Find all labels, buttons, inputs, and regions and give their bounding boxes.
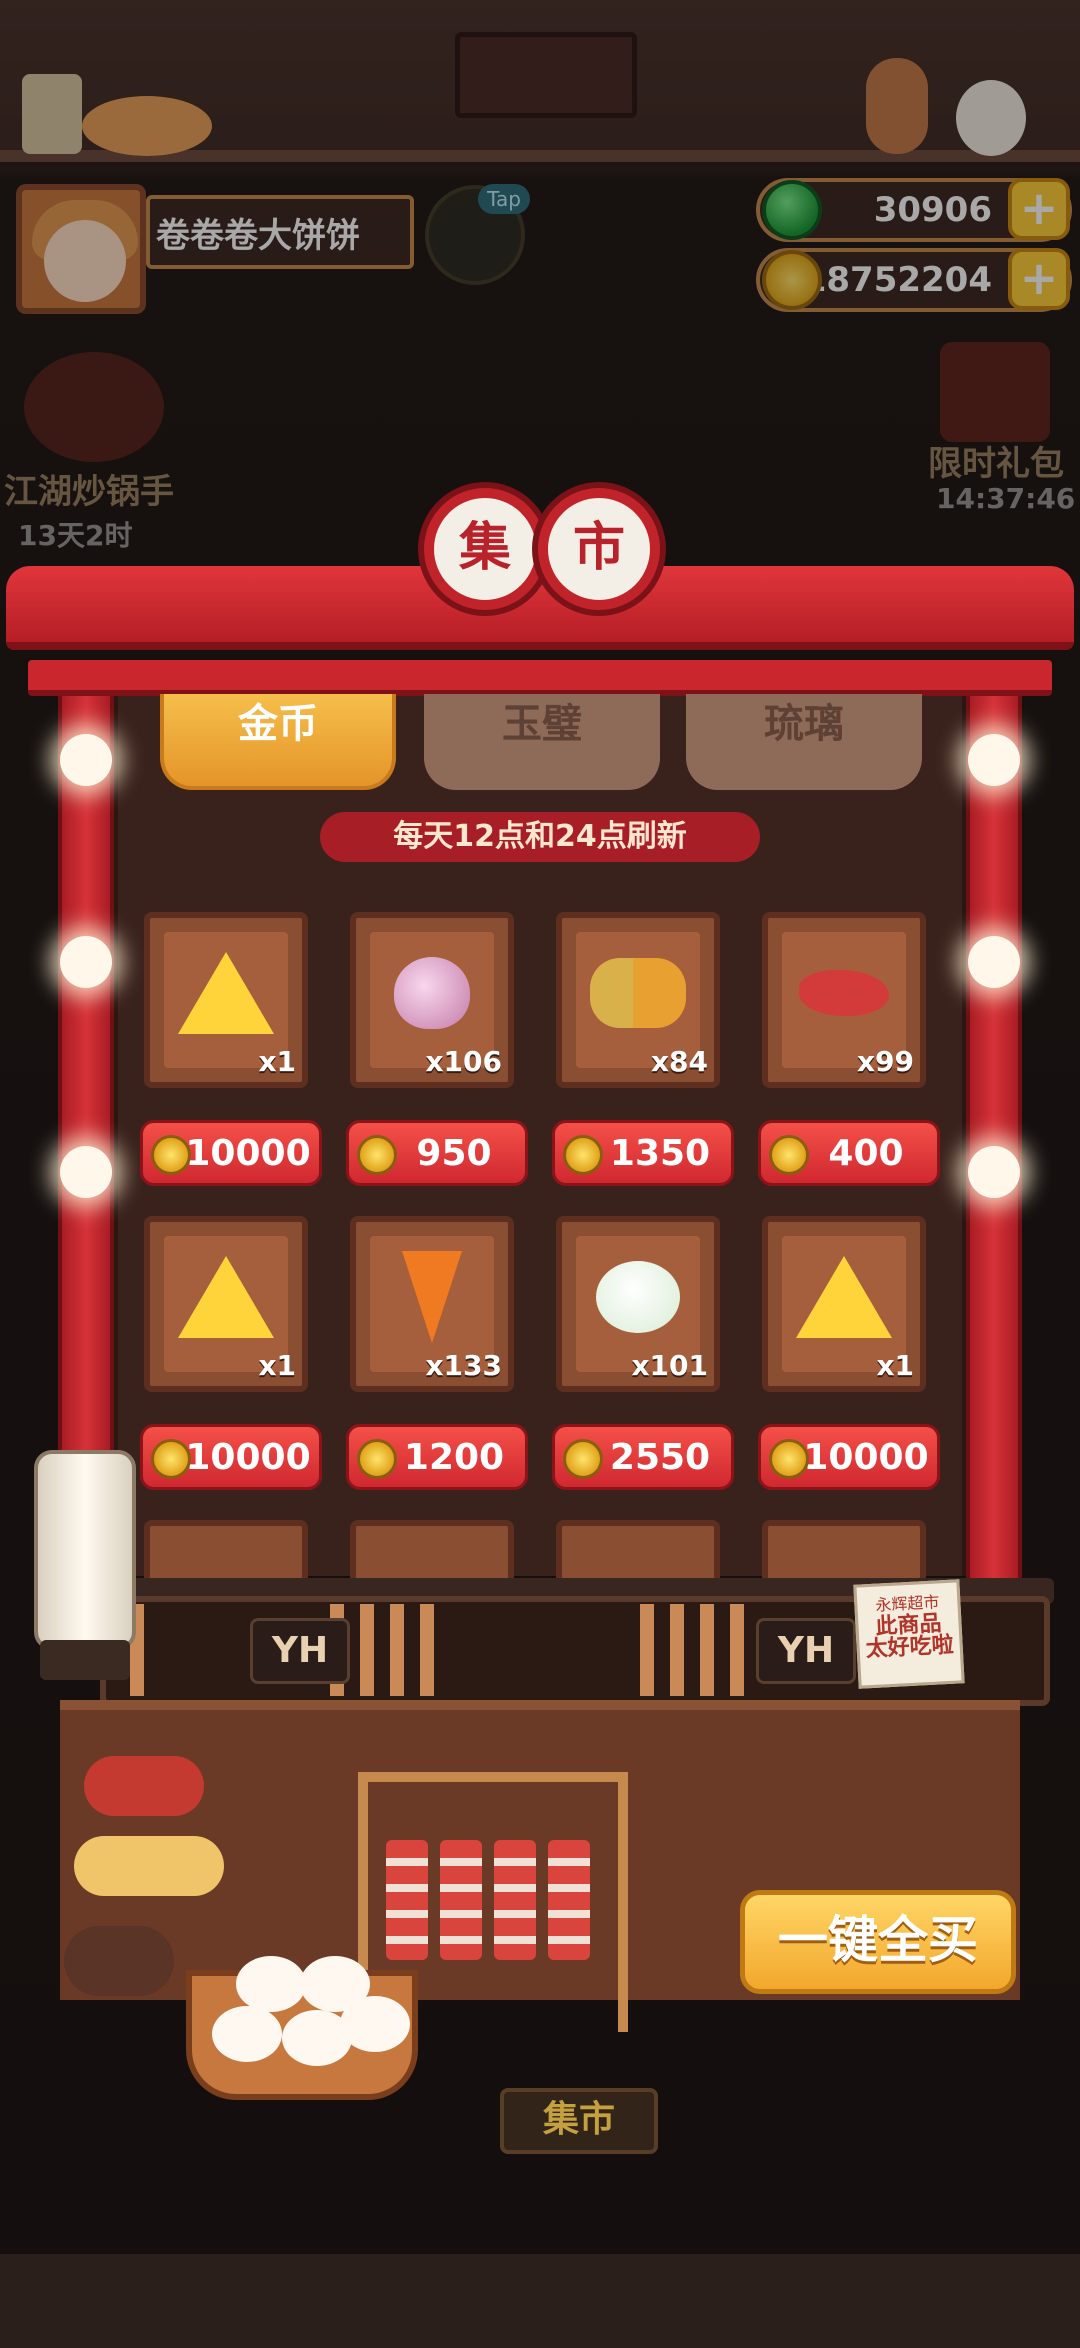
- rail-slat: [360, 1604, 374, 1696]
- item-quantity: x106: [425, 1045, 502, 1078]
- radish-icon: [596, 1261, 680, 1334]
- counter-sign-left: YH: [250, 1618, 350, 1684]
- light-bulb-icon: [60, 734, 112, 786]
- item-quantity: x99: [856, 1045, 914, 1078]
- rail-slat: [700, 1604, 714, 1696]
- refresh-note: 每天12点和24点刷新: [320, 812, 760, 862]
- tab-glaze[interactable]: 琉璃: [686, 694, 922, 790]
- gold-triangle-swirl-icon: [796, 1256, 892, 1339]
- buy-price-button[interactable]: 10000: [758, 1424, 940, 1490]
- price-value: 2550: [609, 1436, 711, 1478]
- rail-slat: [390, 1604, 404, 1696]
- tab-jade[interactable]: 玉璧: [424, 694, 660, 790]
- shop-item-slot[interactable]: x99: [762, 912, 926, 1088]
- note-line-3: 太好吃啦: [865, 1632, 955, 1663]
- egg-icon: [340, 1996, 410, 2052]
- coin-icon: [357, 1135, 397, 1175]
- shop-item-slot[interactable]: x84: [556, 912, 720, 1088]
- tab-coins[interactable]: 金币: [160, 694, 396, 790]
- item-quantity: x84: [650, 1045, 708, 1078]
- buy-price-button[interactable]: 10000: [140, 1120, 322, 1186]
- banana-pineapple-kiwi-icon: [590, 958, 686, 1029]
- carrot-icon: [402, 1251, 462, 1344]
- coin-icon: [151, 1135, 191, 1175]
- price-value: 400: [828, 1132, 904, 1174]
- price-value: 10000: [185, 1132, 311, 1174]
- bottom-bar: [0, 2254, 1080, 2348]
- coin-icon: [357, 1439, 397, 1479]
- bacon-icon: [386, 1840, 428, 1960]
- shop-item-slot[interactable]: x133: [350, 1216, 514, 1392]
- light-bulb-icon: [60, 936, 112, 988]
- buy-price-button[interactable]: 1200: [346, 1424, 528, 1490]
- buy-all-button[interactable]: 一键全买: [740, 1890, 1016, 1994]
- item-quantity: x133: [425, 1349, 502, 1382]
- price-value: 1200: [403, 1436, 505, 1478]
- item-quantity: x1: [258, 1045, 296, 1078]
- rail-slat: [730, 1604, 744, 1696]
- gold-triangle-swirl-icon: [178, 1256, 274, 1339]
- market-floor-sign: 集市: [500, 2088, 658, 2154]
- rail-slat: [640, 1604, 654, 1696]
- game-screen: 卷卷卷大饼饼 Tap 30906 + 18752204 + 江湖炒锅手 13天2…: [0, 0, 1080, 2348]
- price-value: 950: [416, 1132, 492, 1174]
- promo-note: 永辉超市 此商品 太好吃啦: [853, 1579, 965, 1689]
- buy-price-button[interactable]: 400: [758, 1120, 940, 1186]
- market-title-char-2: 市: [538, 488, 660, 610]
- buy-price-button[interactable]: 10000: [140, 1424, 322, 1490]
- bacon-icon: [494, 1840, 536, 1960]
- light-bulb-icon: [968, 734, 1020, 786]
- light-bulb-icon: [60, 1146, 112, 1198]
- coin-icon: [563, 1439, 603, 1479]
- gold-triangle-star-icon: [178, 952, 274, 1035]
- buy-price-button[interactable]: 950: [346, 1120, 528, 1186]
- egg-icon: [212, 2006, 282, 2062]
- coin-icon: [563, 1135, 603, 1175]
- item-quantity: x1: [258, 1349, 296, 1382]
- coin-icon: [769, 1135, 809, 1175]
- coin-icon: [151, 1439, 191, 1479]
- shop-item-slot[interactable]: x1: [762, 1216, 926, 1392]
- price-value: 1350: [609, 1132, 711, 1174]
- shop-item-slot[interactable]: x106: [350, 912, 514, 1088]
- paper-roll-icon: [34, 1450, 136, 1650]
- egg-icon: [236, 1956, 306, 2012]
- onion-icon: [394, 957, 470, 1030]
- item-quantity: x1: [876, 1349, 914, 1382]
- price-value: 10000: [803, 1436, 929, 1478]
- light-bulb-icon: [968, 1146, 1020, 1198]
- market-title-char-1: 集: [424, 488, 546, 610]
- shop-item-slot[interactable]: x1: [144, 1216, 308, 1392]
- counter-sign-right: YH: [756, 1618, 856, 1684]
- bacon-icon: [440, 1840, 482, 1960]
- light-bulb-icon: [968, 936, 1020, 988]
- market-roof: [6, 566, 1074, 650]
- buy-price-button[interactable]: 2550: [552, 1424, 734, 1490]
- paper-roll-holder: [40, 1640, 130, 1680]
- price-value: 10000: [185, 1436, 311, 1478]
- shop-item-slot[interactable]: x101: [556, 1216, 720, 1392]
- coin-icon: [769, 1439, 809, 1479]
- item-quantity: x101: [631, 1349, 708, 1382]
- buy-price-button[interactable]: 1350: [552, 1120, 734, 1186]
- bacon-icon: [548, 1840, 590, 1960]
- market-roof-beam: [28, 660, 1052, 696]
- rail-slat: [670, 1604, 684, 1696]
- shop-item-slot[interactable]: x1: [144, 912, 308, 1088]
- rail-slat: [420, 1604, 434, 1696]
